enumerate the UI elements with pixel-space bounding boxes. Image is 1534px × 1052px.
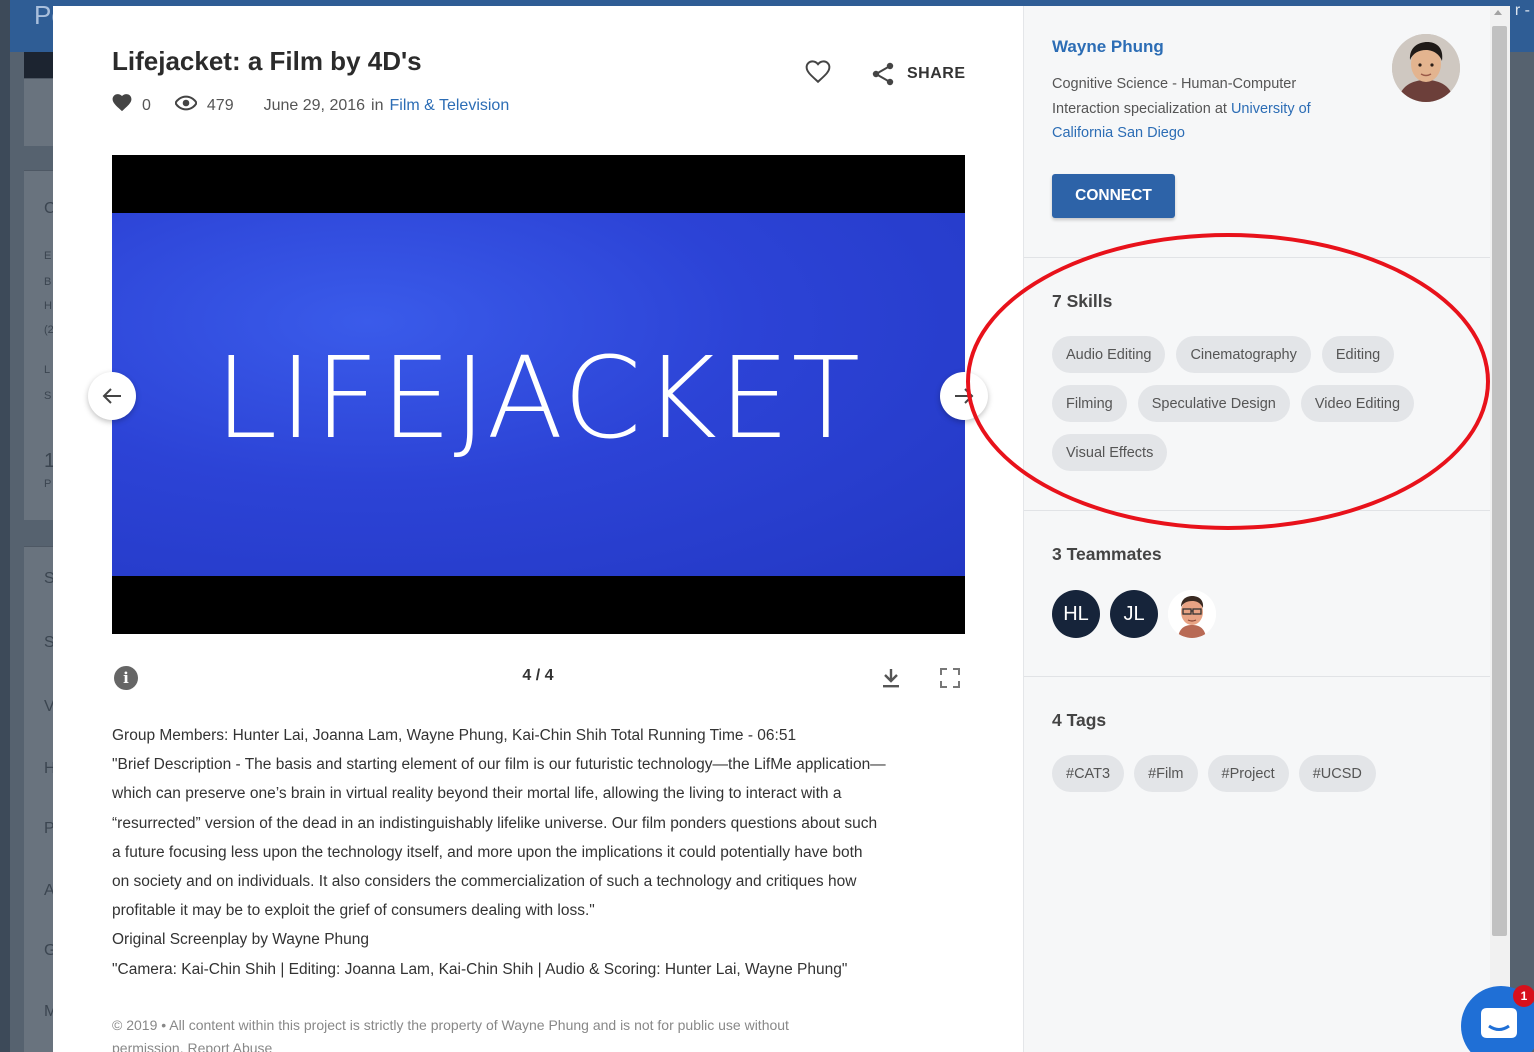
- tag-chip[interactable]: #UCSD: [1298, 755, 1376, 792]
- divider: [1024, 676, 1491, 677]
- project-title: Lifejacket: a Film by 4D's: [112, 46, 422, 76]
- teammate-avatar[interactable]: JL: [1110, 590, 1158, 638]
- background-card: [24, 78, 54, 146]
- slide-counter: 4 / 4: [522, 667, 554, 684]
- author-avatar[interactable]: [1392, 34, 1460, 102]
- project-meta: 0 479 June 29, 2016 in Film & Television: [112, 94, 509, 117]
- tag-chip[interactable]: #Project: [1207, 755, 1289, 792]
- share-icon: [872, 62, 894, 86]
- background-card: [24, 546, 54, 1052]
- copyright-notice: © 2019 • All content within this project…: [112, 1014, 972, 1052]
- eye-icon: [174, 95, 198, 116]
- share-button[interactable]: SHARE: [871, 62, 966, 86]
- background-header-right: r -: [1514, 2, 1530, 19]
- background-letter: S: [44, 390, 52, 402]
- tags-list: #CAT3 #Film #Project #UCSD: [1052, 755, 1376, 792]
- tags-title: 4 Tags: [1052, 710, 1107, 730]
- download-icon[interactable]: [879, 666, 903, 690]
- project-modal: Lifejacket: a Film by 4D's 0 479 June 29…: [53, 6, 1510, 1052]
- share-label: SHARE: [907, 65, 966, 82]
- author-bio: Cognitive Science - Human-Computer Inter…: [1052, 72, 1362, 146]
- description-line: which can preserve one’s brain in virtua…: [112, 785, 842, 803]
- background-letter: P: [44, 478, 52, 490]
- chat-notification-badge: 1: [1513, 985, 1534, 1007]
- teammates-list: HL JL: [1052, 590, 1216, 638]
- background-letter: H: [44, 300, 52, 312]
- description-line: "Brief Description - The basis and start…: [112, 756, 886, 774]
- copyright-line: © 2019 • All content within this project…: [112, 1017, 789, 1033]
- annotation-ellipse: [966, 233, 1490, 530]
- tag-chip[interactable]: #CAT3: [1052, 755, 1125, 792]
- arrow-left-icon: [102, 388, 121, 404]
- description-line: "Camera: Kai-Chin Shih | Editing: Joanna…: [112, 960, 848, 978]
- background-letter: B: [44, 276, 52, 288]
- teammate-avatar[interactable]: HL: [1052, 590, 1100, 638]
- fullscreen-icon[interactable]: [939, 667, 961, 689]
- report-abuse-line[interactable]: permission. Report Abuse: [112, 1037, 972, 1052]
- view-count: 479: [206, 96, 234, 114]
- previous-slide-button[interactable]: [88, 372, 136, 420]
- scrollbar-thumb[interactable]: [1492, 26, 1507, 936]
- description-line: on society and on individuals. It also c…: [112, 873, 857, 891]
- connect-button[interactable]: CONNECT: [1052, 174, 1175, 218]
- background-letter: E: [44, 250, 52, 262]
- scroll-up-icon[interactable]: [1494, 10, 1502, 15]
- description-line: profitable it may be to exploit the grie…: [112, 902, 595, 920]
- heart-outline-icon[interactable]: [805, 60, 831, 86]
- teammates-title: 3 Teammates: [1052, 544, 1162, 564]
- project-main: Lifejacket: a Film by 4D's 0 479 June 29…: [53, 6, 1023, 1052]
- media-viewer[interactable]: LIFEJACKET: [112, 155, 965, 634]
- category-link[interactable]: Film & Television: [389, 97, 509, 115]
- like-count: 0: [142, 96, 151, 114]
- description-line: “resurrected” version of the dead in an …: [112, 814, 878, 832]
- in-label: in: [371, 96, 384, 114]
- description-line: a future focusing less upon the technolo…: [112, 843, 863, 861]
- teammate-photo-avatar[interactable]: [1168, 590, 1216, 638]
- background-letter: L: [44, 364, 51, 376]
- project-description: Group Members: Hunter Lai, Joanna Lam, W…: [112, 721, 972, 984]
- description-line: Group Members: Hunter Lai, Joanna Lam, W…: [112, 727, 797, 744]
- tag-chip[interactable]: #Film: [1134, 755, 1198, 792]
- info-icon[interactable]: i: [114, 666, 138, 690]
- background-strip: [24, 52, 54, 78]
- heart-filled-icon: [112, 94, 132, 117]
- description-line: Original Screenplay by Wayne Phung: [112, 931, 370, 949]
- slide-title: LIFEJACKET: [214, 333, 863, 464]
- publish-date: June 29, 2016: [263, 96, 366, 114]
- author-name-link[interactable]: Wayne Phung: [1052, 37, 1164, 57]
